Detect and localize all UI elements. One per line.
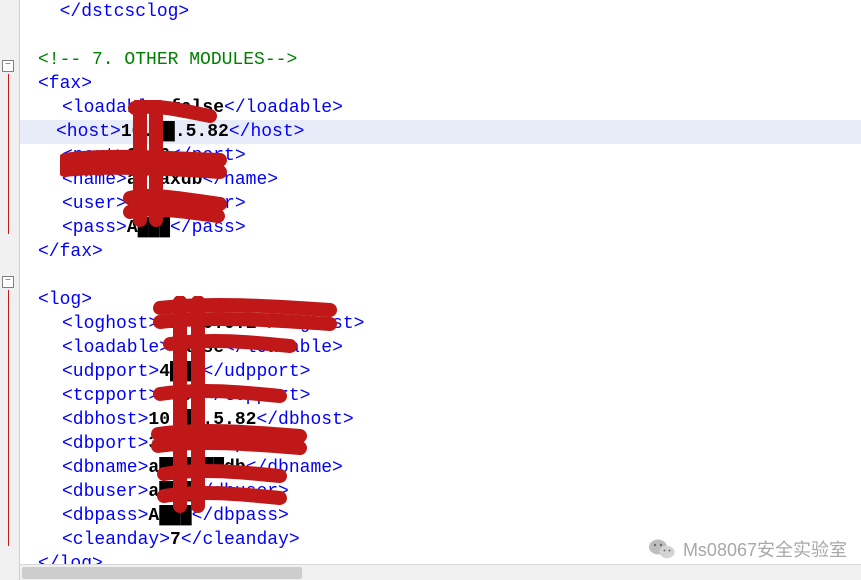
code-line: <dbpass>A███</dbpass> (26, 504, 861, 528)
wechat-icon (649, 538, 675, 560)
xml-tag: <pass> (62, 218, 127, 238)
xml-tag: </dstcsclog> (38, 2, 189, 22)
xml-text: 10.██.5.82 (148, 410, 256, 430)
xml-comment: <!-- 7. OTHER MODULES--> (38, 50, 297, 70)
xml-tag: </dbuser> (192, 482, 289, 502)
watermark: Ms08067安全实验室 (649, 536, 847, 562)
xml-tag: </udpport> (202, 362, 310, 382)
code-line: <loghost>127.0.0.1</loghost> (26, 312, 861, 336)
code-line: <udpport>4███</udpport> (26, 360, 861, 384)
xml-tag: <udpport> (62, 362, 159, 382)
xml-tag: </loadable> (224, 338, 343, 358)
xml-tag: <port> (62, 146, 127, 166)
code-line: <loadable>false</loadable> (26, 96, 861, 120)
code-line: <dbport>3306</dbport> (26, 432, 861, 456)
xml-text: 3306 (127, 146, 170, 166)
xml-tag: <loadable> (62, 338, 170, 358)
code-line: <user>a███</user> (26, 192, 861, 216)
xml-text: a███ (148, 482, 191, 502)
xml-tag: </cleanday> (181, 530, 300, 550)
xml-tag: <loadable> (62, 98, 170, 118)
code-line: </fax> (26, 240, 861, 264)
fold-toggle-log[interactable]: − (2, 276, 14, 288)
xml-text: 3306 (148, 434, 191, 454)
xml-text: 4███ (159, 362, 202, 382)
code-line: <log> (26, 288, 861, 312)
code-line-active: <host>10.██.5.82</host> (20, 120, 861, 144)
xml-tag: <dbhost> (62, 410, 148, 430)
code-line: <dbuser>a███</dbuser> (26, 480, 861, 504)
xml-text: 5555 (159, 386, 202, 406)
xml-tag: <loghost> (62, 314, 159, 334)
code-line: <pass>A███</pass> (26, 216, 861, 240)
fold-gutter: − − (0, 0, 20, 580)
xml-tag: </host> (229, 122, 305, 142)
xml-text: avtaxdb (127, 170, 203, 190)
xml-text: a██████db (148, 458, 245, 478)
fold-line-fax (8, 74, 9, 234)
xml-tag: <fax> (38, 74, 92, 94)
code-area[interactable]: </dstcsclog> <!-- 7. OTHER MODULES--> <f… (20, 0, 861, 580)
xml-tag: <dbuser> (62, 482, 148, 502)
code-line: <fax> (26, 72, 861, 96)
xml-tag: </name> (202, 170, 278, 190)
fold-toggle-fax[interactable]: − (2, 60, 14, 72)
xml-tag: </dbpass> (192, 506, 289, 526)
code-line: <dbname>a██████db</dbname> (26, 456, 861, 480)
code-line: <loadable>false</loadable> (26, 336, 861, 360)
watermark-text: Ms08067安全实验室 (683, 536, 847, 562)
xml-tag: <dbpass> (62, 506, 148, 526)
xml-tag: </port> (170, 146, 246, 166)
xml-tag: </pass> (170, 218, 246, 238)
xml-text: 127.0.0.1 (159, 314, 256, 334)
xml-tag: <cleanday> (62, 530, 170, 550)
xml-tag: </dbport> (192, 434, 289, 454)
xml-tag: </dbname> (246, 458, 343, 478)
code-line: </dstcsclog> (26, 0, 861, 24)
xml-text: false (170, 338, 224, 358)
xml-tag: <host> (56, 122, 121, 142)
xml-tag: <dbport> (62, 434, 148, 454)
code-line: <port>3306</port> (26, 144, 861, 168)
code-line: <!-- 7. OTHER MODULES--> (26, 48, 861, 72)
xml-tag: </loadable> (224, 98, 343, 118)
xml-tag: <name> (62, 170, 127, 190)
xml-text: 7 (170, 530, 181, 550)
code-line: <name>avtaxdb</name> (26, 168, 861, 192)
xml-tag: </fax> (38, 242, 103, 262)
code-blank (26, 264, 861, 288)
xml-tag: <dbname> (62, 458, 148, 478)
xml-text: a███ (127, 194, 170, 214)
xml-text: 10.██.5.82 (121, 122, 229, 142)
code-line: <tcpport>5555</tcpport> (26, 384, 861, 408)
scrollbar-thumb[interactable] (22, 567, 302, 579)
xml-text: A███ (148, 506, 191, 526)
code-blank (26, 24, 861, 48)
code-editor: − − </dstcsclog> <!-- 7. OTHER MODULES--… (0, 0, 861, 580)
horizontal-scrollbar[interactable] (20, 564, 861, 580)
xml-tag: <log> (38, 290, 92, 310)
xml-tag: </tcpport> (202, 386, 310, 406)
xml-text: false (170, 98, 224, 118)
xml-tag: </dbhost> (256, 410, 353, 430)
fold-line-log (8, 290, 9, 546)
code-line: <dbhost>10.██.5.82</dbhost> (26, 408, 861, 432)
xml-tag: <user> (62, 194, 127, 214)
xml-tag: <tcpport> (62, 386, 159, 406)
xml-text: A███ (127, 218, 170, 238)
xml-tag: </user> (170, 194, 246, 214)
xml-tag: </loghost> (256, 314, 364, 334)
